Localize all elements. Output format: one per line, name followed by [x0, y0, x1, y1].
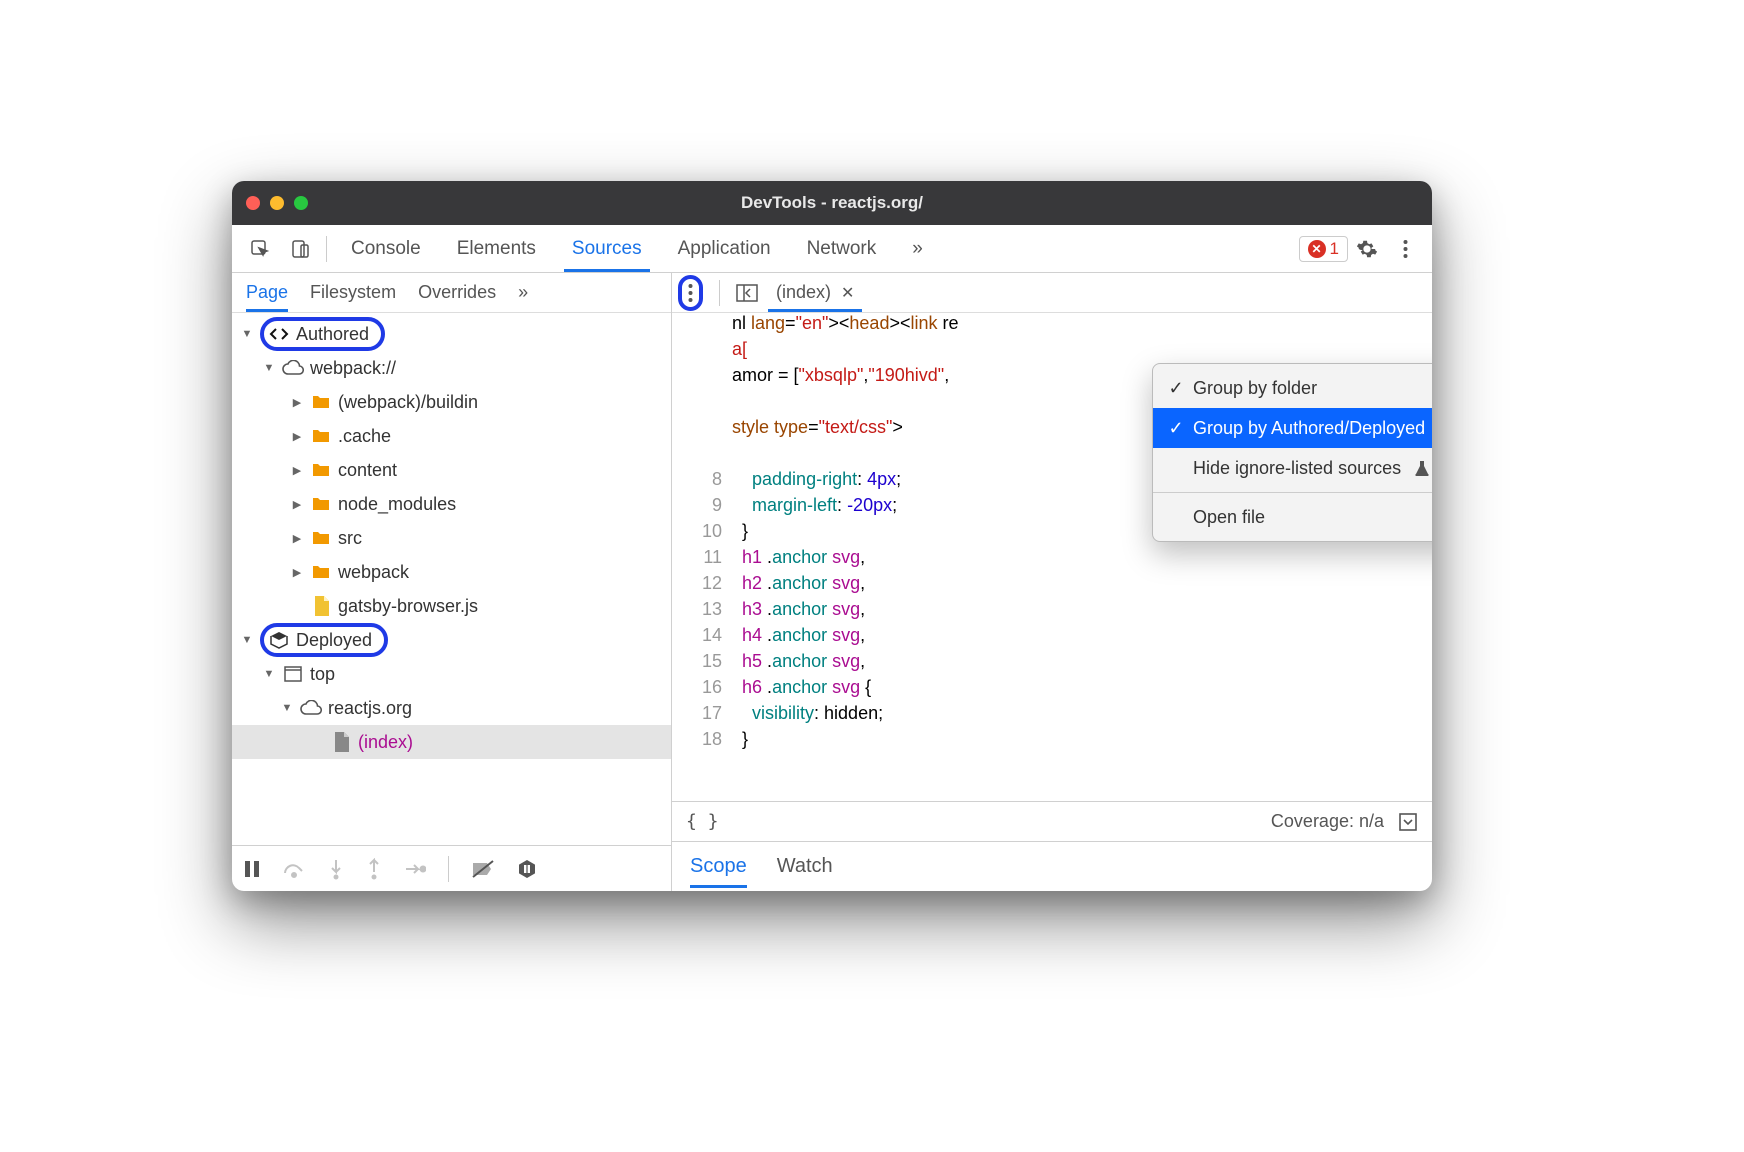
coverage-label: Coverage: n/a: [1271, 811, 1384, 832]
debugger-toolbar: [232, 845, 671, 891]
folder-icon: [310, 425, 332, 447]
error-count: 1: [1330, 239, 1339, 259]
js-file-icon: [310, 595, 332, 617]
tree-folder[interactable]: .cache: [232, 419, 671, 453]
navigator-sidebar: Page Filesystem Overrides » Authored: [232, 273, 672, 891]
pause-icon[interactable]: [244, 859, 260, 879]
titlebar: DevTools - reactjs.org/: [232, 181, 1432, 225]
menu-hide-ignore-listed[interactable]: Hide ignore-listed sources: [1153, 448, 1432, 488]
tree-folder[interactable]: node_modules: [232, 487, 671, 521]
window-title: DevTools - reactjs.org/: [232, 193, 1432, 213]
inspect-icon[interactable]: [240, 239, 280, 259]
tree-top[interactable]: top: [232, 657, 671, 691]
tree-deployed[interactable]: Deployed: [232, 623, 671, 657]
tree-folder[interactable]: webpack: [232, 555, 671, 589]
deployed-icon: [268, 629, 290, 651]
panel-tabs: Console Elements Sources Application Net…: [333, 225, 941, 272]
tree-domain[interactable]: reactjs.org: [232, 691, 671, 725]
step-icon[interactable]: [404, 861, 426, 877]
debugger-drawer: Scope Watch: [672, 841, 1432, 891]
settings-icon[interactable]: [1348, 238, 1386, 260]
main-menu-icon[interactable]: [1386, 239, 1424, 259]
step-out-icon[interactable]: [366, 858, 382, 880]
cloud-icon: [282, 357, 304, 379]
more-options-button[interactable]: [678, 275, 703, 311]
folder-icon: [310, 561, 332, 583]
tree-authored[interactable]: Authored: [232, 317, 671, 351]
beaker-icon: [1415, 460, 1429, 476]
nav-tab-overrides[interactable]: Overrides: [418, 274, 496, 311]
nav-tab-filesystem[interactable]: Filesystem: [310, 274, 396, 311]
tree-file-js[interactable]: gatsby-browser.js: [232, 589, 671, 623]
close-tab-icon[interactable]: ✕: [841, 283, 854, 303]
main-toolbar: Console Elements Sources Application Net…: [232, 225, 1432, 273]
menu-group-by-folder[interactable]: ✓Group by folder: [1153, 368, 1432, 408]
error-badge[interactable]: ✕ 1: [1299, 236, 1348, 262]
toggle-navigator-icon[interactable]: [736, 284, 758, 302]
folder-icon: [310, 493, 332, 515]
tab-elements[interactable]: Elements: [439, 225, 554, 272]
tree-index-file[interactable]: (index): [232, 725, 671, 759]
tab-console[interactable]: Console: [333, 225, 439, 272]
pause-on-exceptions-icon[interactable]: [517, 859, 537, 879]
deployed-label: Deployed: [296, 630, 372, 651]
menu-group-by-authored[interactable]: ✓Group by Authored/Deployed: [1153, 408, 1432, 448]
navigator-tabs: Page Filesystem Overrides »: [232, 273, 671, 313]
folder-icon: [310, 391, 332, 413]
code-icon: [268, 323, 290, 345]
editor-area: (index) ✕ nl lang="en"><head><link rea[a…: [672, 273, 1432, 891]
tab-network[interactable]: Network: [789, 225, 895, 272]
nav-tab-page[interactable]: Page: [246, 274, 288, 311]
step-over-icon[interactable]: [282, 859, 306, 879]
drawer-tab-watch[interactable]: Watch: [777, 845, 833, 888]
tree-folder[interactable]: content: [232, 453, 671, 487]
menu-open-file[interactable]: Open file⌘ P: [1153, 497, 1432, 537]
collapse-bottom-icon[interactable]: [1398, 812, 1418, 832]
pretty-print-button[interactable]: { }: [686, 811, 719, 832]
drawer-tab-scope[interactable]: Scope: [690, 845, 747, 888]
sources-options-menu: ✓Group by folder ✓Group by Authored/Depl…: [1152, 363, 1432, 542]
nav-tabs-overflow[interactable]: »: [518, 274, 528, 311]
tabs-overflow[interactable]: »: [894, 225, 941, 272]
file-tree: Authored webpack:// (webpack)/buildin .c…: [232, 313, 671, 845]
tree-folder[interactable]: (webpack)/buildin: [232, 385, 671, 419]
folder-icon: [310, 527, 332, 549]
editor-statusbar: { } Coverage: n/a: [672, 801, 1432, 841]
tab-sources[interactable]: Sources: [554, 225, 660, 272]
error-icon: ✕: [1308, 240, 1326, 258]
deactivate-breakpoints-icon[interactable]: [471, 859, 495, 879]
authored-label: Authored: [296, 324, 369, 345]
frame-icon: [282, 663, 304, 685]
tree-folder[interactable]: src: [232, 521, 671, 555]
cloud-icon: [300, 697, 322, 719]
folder-icon: [310, 459, 332, 481]
editor-tabs: (index) ✕: [672, 273, 1432, 313]
step-into-icon[interactable]: [328, 858, 344, 880]
document-icon: [330, 731, 352, 753]
tree-webpack[interactable]: webpack://: [232, 351, 671, 385]
file-tab-index[interactable]: (index) ✕: [768, 273, 862, 312]
devtools-window: DevTools - reactjs.org/ Console Elements…: [232, 181, 1432, 891]
tab-application[interactable]: Application: [660, 225, 789, 272]
device-mode-icon[interactable]: [280, 239, 320, 259]
